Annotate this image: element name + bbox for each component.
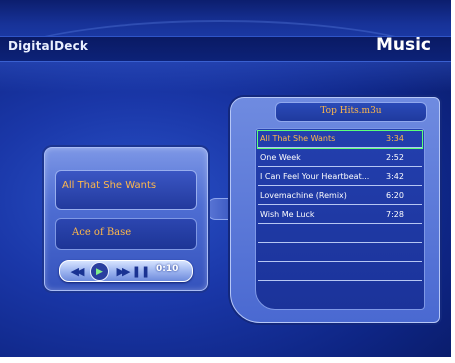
fast-forward-icon[interactable]: ▶▶ xyxy=(112,262,132,280)
elapsed-time: 0:10 xyxy=(156,264,179,274)
empty-row-divider xyxy=(258,261,422,262)
now-playing-title: All That She Wants xyxy=(62,180,157,191)
empty-row-divider xyxy=(258,280,422,281)
pause-icon[interactable]: ❚❚ xyxy=(132,262,150,280)
transport-controls: ◀◀ ▶ ▶▶ ❚❚ 0:10 xyxy=(59,260,193,282)
track-duration: 2:52 xyxy=(386,153,404,162)
playlist-item[interactable]: I Can Feel Your Heartbeat... 3:42 xyxy=(258,169,422,186)
section-title: Music xyxy=(375,35,431,55)
playlist-list[interactable]: All That She Wants 3:34 One Week 2:52 I … xyxy=(255,128,425,310)
track-duration: 3:34 xyxy=(386,134,404,143)
track-name: One Week xyxy=(260,153,301,162)
track-name: Wish Me Luck xyxy=(260,210,315,219)
playlist-title-box: Top Hits.m3u xyxy=(275,102,427,122)
track-name: I Can Feel Your Heartbeat... xyxy=(260,172,370,181)
track-duration: 7:28 xyxy=(386,210,404,219)
track-name: All That She Wants xyxy=(260,134,336,143)
music-screen: DigitalDeck Music All That She Wants Ace… xyxy=(0,0,455,363)
now-playing-artist-box[interactable]: Ace of Base xyxy=(55,218,197,250)
empty-row-divider xyxy=(258,242,422,243)
now-playing-panel: All That She Wants Ace of Base ◀◀ ▶ ▶▶ ❚… xyxy=(44,147,208,291)
playlist-title: Top Hits.m3u xyxy=(320,106,382,116)
playlist-panel: Top Hits.m3u All That She Wants 3:34 One… xyxy=(230,97,440,323)
playlist-item[interactable]: All That She Wants 3:34 xyxy=(257,130,423,149)
frame-edge-bottom xyxy=(0,357,455,363)
frame-edge-right xyxy=(451,0,455,363)
track-duration: 3:42 xyxy=(386,172,404,181)
rewind-icon[interactable]: ◀◀ xyxy=(66,262,86,280)
header-band xyxy=(0,62,455,92)
now-playing-title-box[interactable]: All That She Wants xyxy=(55,170,197,210)
track-duration: 6:20 xyxy=(386,191,404,200)
playlist-item[interactable]: Wish Me Luck 7:28 xyxy=(258,207,422,224)
track-name: Lovemachine (Remix) xyxy=(260,191,347,200)
playlist-item[interactable]: One Week 2:52 xyxy=(258,150,422,167)
play-icon[interactable]: ▶ xyxy=(90,262,109,281)
brand-logo: DigitalDeck xyxy=(8,39,89,53)
now-playing-artist: Ace of Base xyxy=(72,227,132,238)
playlist-item[interactable]: Lovemachine (Remix) 6:20 xyxy=(258,188,422,205)
